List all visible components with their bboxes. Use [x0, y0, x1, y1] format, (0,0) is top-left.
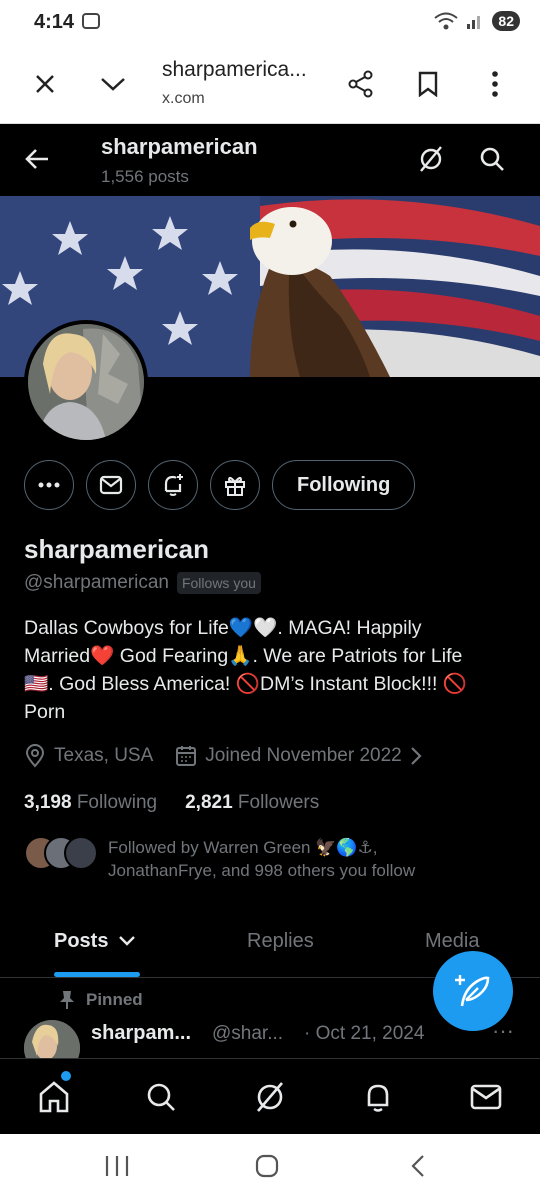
- compose-feather-icon: [455, 975, 490, 1007]
- followers-count-link[interactable]: 2,821 Followers: [185, 792, 319, 814]
- pinned-label: Pinned: [86, 990, 143, 1009]
- followed-by-line: Followed by Warren Green 🦅🌎⚓,: [108, 838, 378, 857]
- screenshot-icon: [82, 13, 100, 29]
- tab-media[interactable]: Media: [425, 930, 479, 953]
- search-icon[interactable]: [475, 142, 509, 176]
- profile-handle: @sharpamerican: [24, 572, 169, 593]
- bio-line: Dallas Cowboys for Life💙🤍. MAGA! Happily: [24, 617, 422, 639]
- bookmark-icon[interactable]: [410, 66, 446, 102]
- profile-bio: Dallas Cowboys for Life💙🤍. MAGA! Happily…: [24, 614, 524, 726]
- bio-line: Porn: [24, 701, 66, 723]
- post-author-name[interactable]: sharpam...: [91, 1022, 191, 1045]
- handle-row: @sharpamerican Follows you: [24, 572, 261, 594]
- search-icon: [147, 1083, 175, 1111]
- back-arrow-icon[interactable]: [20, 142, 54, 176]
- tab-posts-label: Posts: [54, 930, 109, 952]
- grok-icon[interactable]: [414, 142, 448, 176]
- mail-icon: [99, 475, 123, 495]
- nav-notifications[interactable]: [360, 1079, 396, 1115]
- active-tab-indicator: [54, 972, 140, 977]
- notifications-button[interactable]: [148, 460, 198, 510]
- follows-you-badge: Follows you: [176, 572, 261, 594]
- status-time: 4:14: [34, 11, 75, 33]
- more-button[interactable]: [24, 460, 74, 510]
- nav-grok[interactable]: [252, 1079, 288, 1115]
- system-navigation-bar: [0, 1134, 540, 1200]
- home-notification-dot: [61, 1071, 71, 1081]
- chevron-right-icon[interactable]: [410, 746, 422, 766]
- nav-home[interactable]: [36, 1079, 72, 1115]
- location-pin-icon: [25, 744, 45, 768]
- profile-avatar[interactable]: [24, 320, 148, 444]
- mail-icon: [470, 1084, 502, 1110]
- post-author-avatar[interactable]: [24, 1020, 80, 1058]
- status-right: 82: [434, 11, 520, 31]
- followers-count: 2,821: [185, 792, 233, 813]
- header-post-count: 1,556 posts: [101, 167, 189, 186]
- status-bar: 4:14 82: [0, 0, 540, 44]
- follow-counts: 3,198 Following 2,821 Followers: [24, 792, 319, 814]
- home-button-icon[interactable]: [255, 1154, 279, 1178]
- following-button[interactable]: Following: [272, 460, 416, 510]
- share-icon[interactable]: [343, 66, 379, 102]
- pinned-indicator: Pinned: [58, 990, 143, 1010]
- tab-posts[interactable]: Posts: [54, 930, 136, 953]
- followed-by-line: JonathanFrye, and 998 others you follow: [108, 861, 416, 880]
- following-count-link[interactable]: 3,198 Following: [24, 792, 157, 814]
- tab-replies[interactable]: Replies: [247, 930, 314, 953]
- pinned-post[interactable]: sharpam... @shar... · Oct 21, 2024 ···: [24, 1020, 524, 1058]
- bio-line: Married❤️ God Fearing🙏. We are Patriots …: [24, 645, 463, 667]
- bell-icon: [367, 1084, 389, 1112]
- chevron-down-icon: [119, 936, 135, 946]
- post-date: · Oct 21, 2024: [304, 1023, 425, 1044]
- more-horizontal-icon: [38, 482, 60, 488]
- followed-by-avatars[interactable]: [24, 836, 104, 872]
- bottom-navigation: [0, 1058, 540, 1134]
- profile-action-row: Following: [24, 460, 416, 510]
- post-author-handle: @shar...: [212, 1023, 284, 1044]
- battery-indicator: 82: [492, 11, 520, 31]
- wifi-icon: [434, 12, 459, 30]
- nav-search[interactable]: [143, 1079, 179, 1115]
- follower-avatar: [64, 836, 98, 870]
- gift-button[interactable]: [210, 460, 260, 510]
- profile-header-bar: sharpamerican 1,556 posts: [0, 124, 540, 196]
- followed-by-text[interactable]: Followed by Warren Green 🦅🌎⚓, JonathanFr…: [108, 836, 528, 882]
- gift-icon: [225, 476, 245, 496]
- header-title: sharpamerican: [101, 134, 258, 159]
- browser-url: x.com: [162, 90, 205, 107]
- chevron-down-icon[interactable]: [95, 66, 131, 102]
- recent-apps-icon[interactable]: [104, 1154, 130, 1178]
- nav-messages[interactable]: [468, 1079, 504, 1115]
- signal-icon: [467, 16, 481, 29]
- close-icon[interactable]: [27, 66, 63, 102]
- bell-plus-icon: [164, 474, 183, 496]
- profile-display-name: sharpamerican: [24, 534, 209, 564]
- profile-location: Texas, USA: [54, 745, 154, 766]
- bio-line: 🇺🇸. God Bless America! 🚫DM’s Instant Blo…: [24, 673, 468, 695]
- profile-meta-row: Texas, USA Joined November 2022: [24, 744, 422, 768]
- browser-toolbar: sharpamerica... x.com: [0, 44, 540, 124]
- following-label: Following: [76, 792, 158, 813]
- grok-icon: [257, 1082, 283, 1112]
- compose-post-button[interactable]: [433, 951, 513, 1031]
- calendar-icon: [176, 746, 197, 766]
- message-button[interactable]: [86, 460, 136, 510]
- profile-joined-date[interactable]: Joined November 2022: [205, 745, 401, 767]
- back-icon[interactable]: [410, 1154, 426, 1178]
- followers-label: Followers: [237, 792, 320, 813]
- browser-page-title: sharpamerica...: [162, 58, 307, 81]
- home-icon: [39, 1081, 69, 1113]
- more-options-icon[interactable]: [477, 66, 513, 102]
- following-count: 3,198: [24, 792, 72, 813]
- pin-icon: [60, 991, 74, 1009]
